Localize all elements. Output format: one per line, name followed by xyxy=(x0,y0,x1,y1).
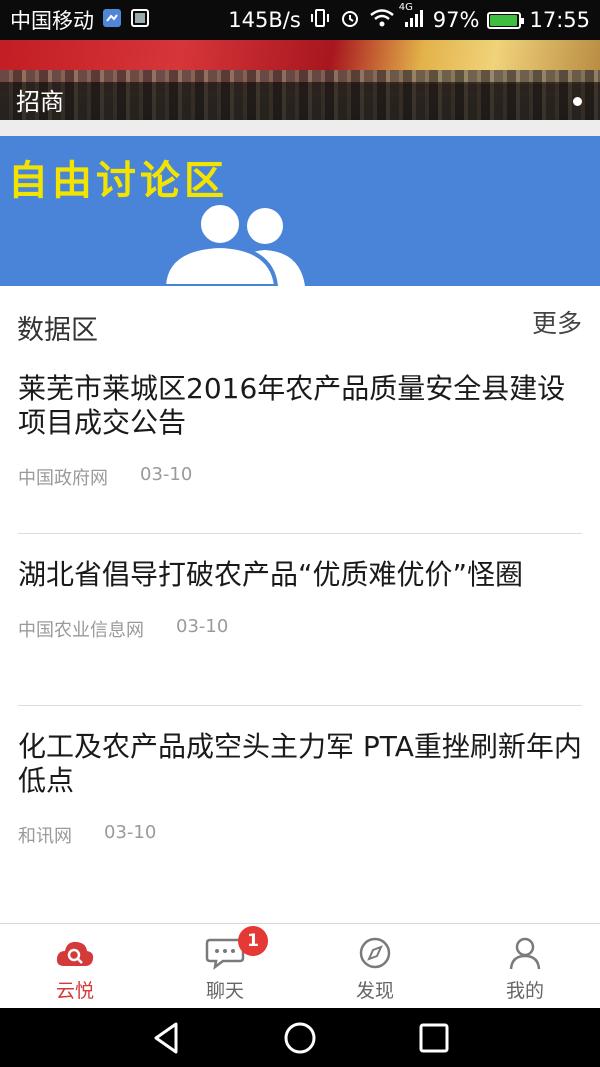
tab-label: 我的 xyxy=(505,980,544,1002)
tab-discover[interactable]: 发现 xyxy=(300,924,450,1008)
data-section-header: 数据区 更多 xyxy=(0,292,600,348)
battery-percent: 97% xyxy=(432,8,480,32)
news-item[interactable]: 湖北省倡导打破农产品“优质难优价”怪圈 中国农业信息网 03-10 xyxy=(18,558,582,688)
home-icon[interactable] xyxy=(282,1020,318,1056)
carrier-label: 中国移动 xyxy=(10,9,94,33)
cloud-search-icon xyxy=(56,941,94,966)
person-icon xyxy=(509,937,541,970)
more-link[interactable]: 更多 xyxy=(532,304,582,340)
back-icon[interactable] xyxy=(148,1020,184,1056)
news-date: 03-10 xyxy=(104,822,157,843)
news-item[interactable]: 化工及农产品成空头主力军 PTA重挫刷新年内低点 和讯网 03-10 xyxy=(18,730,582,880)
alarm-icon xyxy=(339,7,361,34)
divider xyxy=(18,533,582,534)
clock: 17:55 xyxy=(529,8,590,32)
tab-label: 聊天 xyxy=(205,980,244,1002)
news-title: 湖北省倡导打破农产品“优质难优价”怪圈 xyxy=(18,558,524,591)
tab-yunyue[interactable]: 云悦 xyxy=(0,924,150,1008)
image-icon xyxy=(130,8,150,33)
battery-level xyxy=(490,14,518,26)
section-gap xyxy=(0,120,600,136)
notification-icon xyxy=(102,8,122,33)
battery-icon xyxy=(487,11,525,29)
news-item[interactable]: 莱芜市莱城区2016年农产品质量安全县建设项目成交公告 中国政府网 03-10 xyxy=(18,372,582,522)
promo-banner[interactable]: 招商 xyxy=(0,40,600,120)
news-meta: 中国政府网 03-10 xyxy=(18,464,192,490)
divider xyxy=(18,705,582,706)
banner-title: 招商 xyxy=(16,88,64,116)
news-meta: 中国农业信息网 03-10 xyxy=(18,616,228,642)
tab-me[interactable]: 我的 xyxy=(450,924,600,1008)
news-source: 和讯网 xyxy=(18,826,72,847)
banner-page-indicator[interactable] xyxy=(573,97,582,106)
forum-card[interactable]: 自由讨论区 xyxy=(0,136,600,286)
news-source: 中国政府网 xyxy=(18,468,108,489)
news-date: 03-10 xyxy=(176,616,229,637)
tab-chat[interactable]: 聊天 xyxy=(150,924,300,1008)
tab-label: 云悦 xyxy=(55,980,94,1002)
people-icon xyxy=(161,201,305,286)
system-nav-bar xyxy=(0,1008,600,1067)
vibrate-icon xyxy=(309,8,331,33)
news-date: 03-10 xyxy=(140,464,193,485)
signal-icon: 4G xyxy=(399,2,425,33)
news-title: 莱芜市莱城区2016年农产品质量安全县建设项目成交公告 xyxy=(18,372,566,439)
news-meta: 和讯网 03-10 xyxy=(18,822,156,848)
recents-icon[interactable] xyxy=(416,1020,452,1056)
news-source: 中国农业信息网 xyxy=(18,620,144,641)
compass-icon xyxy=(359,937,391,969)
unread-badge: 1 xyxy=(238,926,268,956)
bottom-tab-bar: 云悦 聊天 发现 我的 xyxy=(0,923,600,1008)
status-bar: 中国移动 145B/s 4G 97% 17:55 xyxy=(0,0,600,40)
banner-caption-bar xyxy=(0,82,600,120)
network-type: 4G xyxy=(398,1,413,13)
tab-label: 发现 xyxy=(355,980,394,1002)
section-title: 数据区 xyxy=(17,315,98,346)
news-title: 化工及农产品成空头主力军 PTA重挫刷新年内低点 xyxy=(18,730,582,797)
network-speed: 145B/s xyxy=(228,8,301,32)
wifi-icon xyxy=(369,8,395,33)
